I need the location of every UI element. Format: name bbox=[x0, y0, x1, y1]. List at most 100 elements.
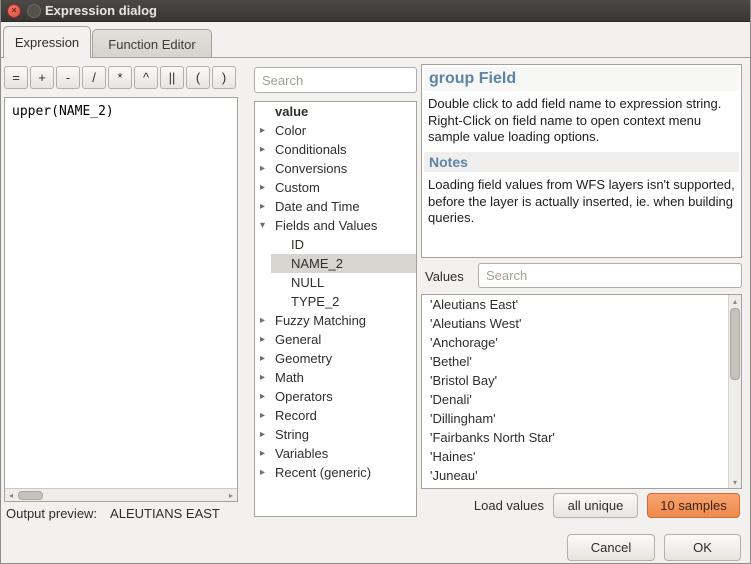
close-button[interactable]: ✕ bbox=[7, 4, 21, 18]
help-notes-body: Loading field values from WFS layers isn… bbox=[428, 177, 735, 227]
operator-button[interactable]: * bbox=[108, 66, 132, 89]
function-tree-item-label: Color bbox=[275, 121, 306, 140]
value-item[interactable]: 'Bristol Bay' bbox=[422, 371, 741, 390]
horizontal-scrollbar-thumb[interactable] bbox=[18, 491, 43, 500]
help-panel: group Field Double click to add field na… bbox=[421, 64, 742, 258]
chevron-right-icon[interactable]: ▸ bbox=[260, 197, 275, 216]
values-list[interactable]: 'Aleutians East''Aleutians West''Anchora… bbox=[422, 295, 741, 485]
horizontal-scrollbar[interactable]: ◂ ▸ bbox=[5, 488, 237, 501]
samples-button[interactable]: 10 samples bbox=[647, 493, 740, 518]
function-tree-item-label: Custom bbox=[275, 178, 320, 197]
chevron-right-icon[interactable]: ▸ bbox=[260, 406, 275, 425]
chevron-right-icon[interactable]: ▸ bbox=[260, 463, 275, 482]
function-tree-item[interactable]: NAME_2 bbox=[271, 254, 416, 273]
function-tree-item[interactable]: ▸Conversions bbox=[255, 159, 416, 178]
function-tree-item[interactable]: TYPE_2 bbox=[271, 292, 416, 311]
value-item[interactable]: 'Aleutians East' bbox=[422, 295, 741, 314]
function-tree-item-label: Date and Time bbox=[275, 197, 360, 216]
tab-expression-label: Expression bbox=[15, 35, 79, 50]
function-tree-item[interactable]: value bbox=[255, 102, 416, 121]
chevron-right-icon[interactable]: ▸ bbox=[260, 311, 275, 330]
values-label: Values bbox=[425, 269, 464, 284]
tab-function-editor[interactable]: Function Editor bbox=[92, 29, 212, 58]
function-tree-item[interactable]: ▾Fields and Values bbox=[255, 216, 416, 235]
function-search-input[interactable] bbox=[254, 67, 417, 93]
value-item[interactable]: 'Fairbanks North Star' bbox=[422, 428, 741, 447]
function-tree-item[interactable]: ▸Conditionals bbox=[255, 140, 416, 159]
chevron-right-icon[interactable]: ▸ bbox=[260, 159, 275, 178]
function-tree-item-label: Math bbox=[275, 368, 304, 387]
function-tree-item[interactable]: ▸Date and Time bbox=[255, 197, 416, 216]
function-tree-item-label: Record bbox=[275, 406, 317, 425]
chevron-right-icon[interactable]: ▸ bbox=[260, 425, 275, 444]
value-item[interactable]: 'Juneau' bbox=[422, 466, 741, 485]
chevron-right-icon[interactable]: ▸ bbox=[260, 349, 275, 368]
chevron-right-icon[interactable]: ▸ bbox=[260, 178, 275, 197]
tab-separator bbox=[1, 57, 750, 58]
function-tree-item[interactable]: ▸General bbox=[255, 330, 416, 349]
tab-function-editor-label: Function Editor bbox=[108, 37, 195, 52]
function-tree[interactable]: value▸Color▸Conditionals▸Conversions▸Cus… bbox=[254, 101, 417, 517]
function-tree-item[interactable]: ▸Math bbox=[255, 368, 416, 387]
operator-button[interactable]: ^ bbox=[134, 66, 158, 89]
minimize-button[interactable] bbox=[27, 4, 41, 18]
operator-button[interactable]: / bbox=[82, 66, 106, 89]
function-tree-item-label: value bbox=[275, 102, 308, 121]
function-tree-item[interactable]: ▸Variables bbox=[255, 444, 416, 463]
scroll-left-icon[interactable]: ◂ bbox=[5, 489, 17, 501]
function-tree-item[interactable]: ▸Custom bbox=[255, 178, 416, 197]
value-item[interactable]: 'Denali' bbox=[422, 390, 741, 409]
ok-button[interactable]: OK bbox=[664, 534, 741, 561]
all-unique-button[interactable]: all unique bbox=[553, 493, 638, 518]
cancel-button[interactable]: Cancel bbox=[567, 534, 655, 561]
operator-button[interactable]: || bbox=[160, 66, 184, 89]
function-tree-item-label: Fields and Values bbox=[275, 216, 377, 235]
function-tree-item[interactable]: ▸Operators bbox=[255, 387, 416, 406]
operator-button[interactable]: ( bbox=[186, 66, 210, 89]
expression-text[interactable]: upper(NAME_2) bbox=[5, 98, 237, 125]
chevron-right-icon[interactable]: ▸ bbox=[260, 368, 275, 387]
operator-button[interactable]: ) bbox=[212, 66, 236, 89]
function-tree-item-label: Variables bbox=[275, 444, 328, 463]
vertical-scrollbar[interactable]: ▴ ▾ bbox=[728, 295, 741, 488]
vertical-scrollbar-thumb[interactable] bbox=[730, 308, 740, 380]
scroll-right-icon[interactable]: ▸ bbox=[225, 489, 237, 501]
load-values-label: Load values bbox=[474, 498, 544, 513]
chevron-right-icon[interactable]: ▸ bbox=[260, 140, 275, 159]
function-tree-item[interactable]: ▸Geometry bbox=[255, 349, 416, 368]
help-description: Double click to add field name to expres… bbox=[428, 96, 735, 146]
function-tree-item-label: Operators bbox=[275, 387, 333, 406]
value-item[interactable]: 'Dillingham' bbox=[422, 409, 741, 428]
values-search-input[interactable] bbox=[478, 263, 742, 288]
function-tree-item[interactable]: ▸Fuzzy Matching bbox=[255, 311, 416, 330]
value-item[interactable]: 'Anchorage' bbox=[422, 333, 741, 352]
value-item[interactable]: 'Bethel' bbox=[422, 352, 741, 371]
chevron-right-icon[interactable]: ▸ bbox=[260, 121, 275, 140]
close-icon: ✕ bbox=[11, 7, 18, 15]
titlebar[interactable]: ✕ Expression dialog bbox=[1, 0, 750, 22]
function-tree-item-label: General bbox=[275, 330, 321, 349]
function-tree-item[interactable]: NULL bbox=[271, 273, 416, 292]
function-tree-item[interactable]: ▸Recent (generic) bbox=[255, 463, 416, 482]
function-tree-item[interactable]: ▸Record bbox=[255, 406, 416, 425]
value-item[interactable]: 'Haines' bbox=[422, 447, 741, 466]
function-tree-item[interactable]: ID bbox=[271, 235, 416, 254]
output-preview-value: ALEUTIANS EAST bbox=[110, 506, 220, 521]
chevron-right-icon[interactable]: ▸ bbox=[260, 444, 275, 463]
scroll-down-icon[interactable]: ▾ bbox=[729, 476, 741, 488]
tab-expression[interactable]: Expression bbox=[3, 26, 91, 58]
function-tree-item-label: NULL bbox=[291, 273, 324, 292]
operator-buttons: =+-/*^||() bbox=[4, 66, 236, 89]
expression-editor[interactable]: upper(NAME_2) ◂ ▸ bbox=[4, 97, 238, 502]
scroll-up-icon[interactable]: ▴ bbox=[729, 295, 741, 307]
operator-button[interactable]: + bbox=[30, 66, 54, 89]
value-item[interactable]: 'Aleutians West' bbox=[422, 314, 741, 333]
operator-button[interactable]: = bbox=[4, 66, 28, 89]
function-tree-item[interactable]: ▸Color bbox=[255, 121, 416, 140]
chevron-down-icon[interactable]: ▾ bbox=[260, 216, 275, 235]
function-tree-item[interactable]: ▸String bbox=[255, 425, 416, 444]
chevron-right-icon[interactable]: ▸ bbox=[260, 387, 275, 406]
chevron-right-icon[interactable]: ▸ bbox=[260, 330, 275, 349]
values-list-panel: 'Aleutians East''Aleutians West''Anchora… bbox=[421, 294, 742, 489]
operator-button[interactable]: - bbox=[56, 66, 80, 89]
